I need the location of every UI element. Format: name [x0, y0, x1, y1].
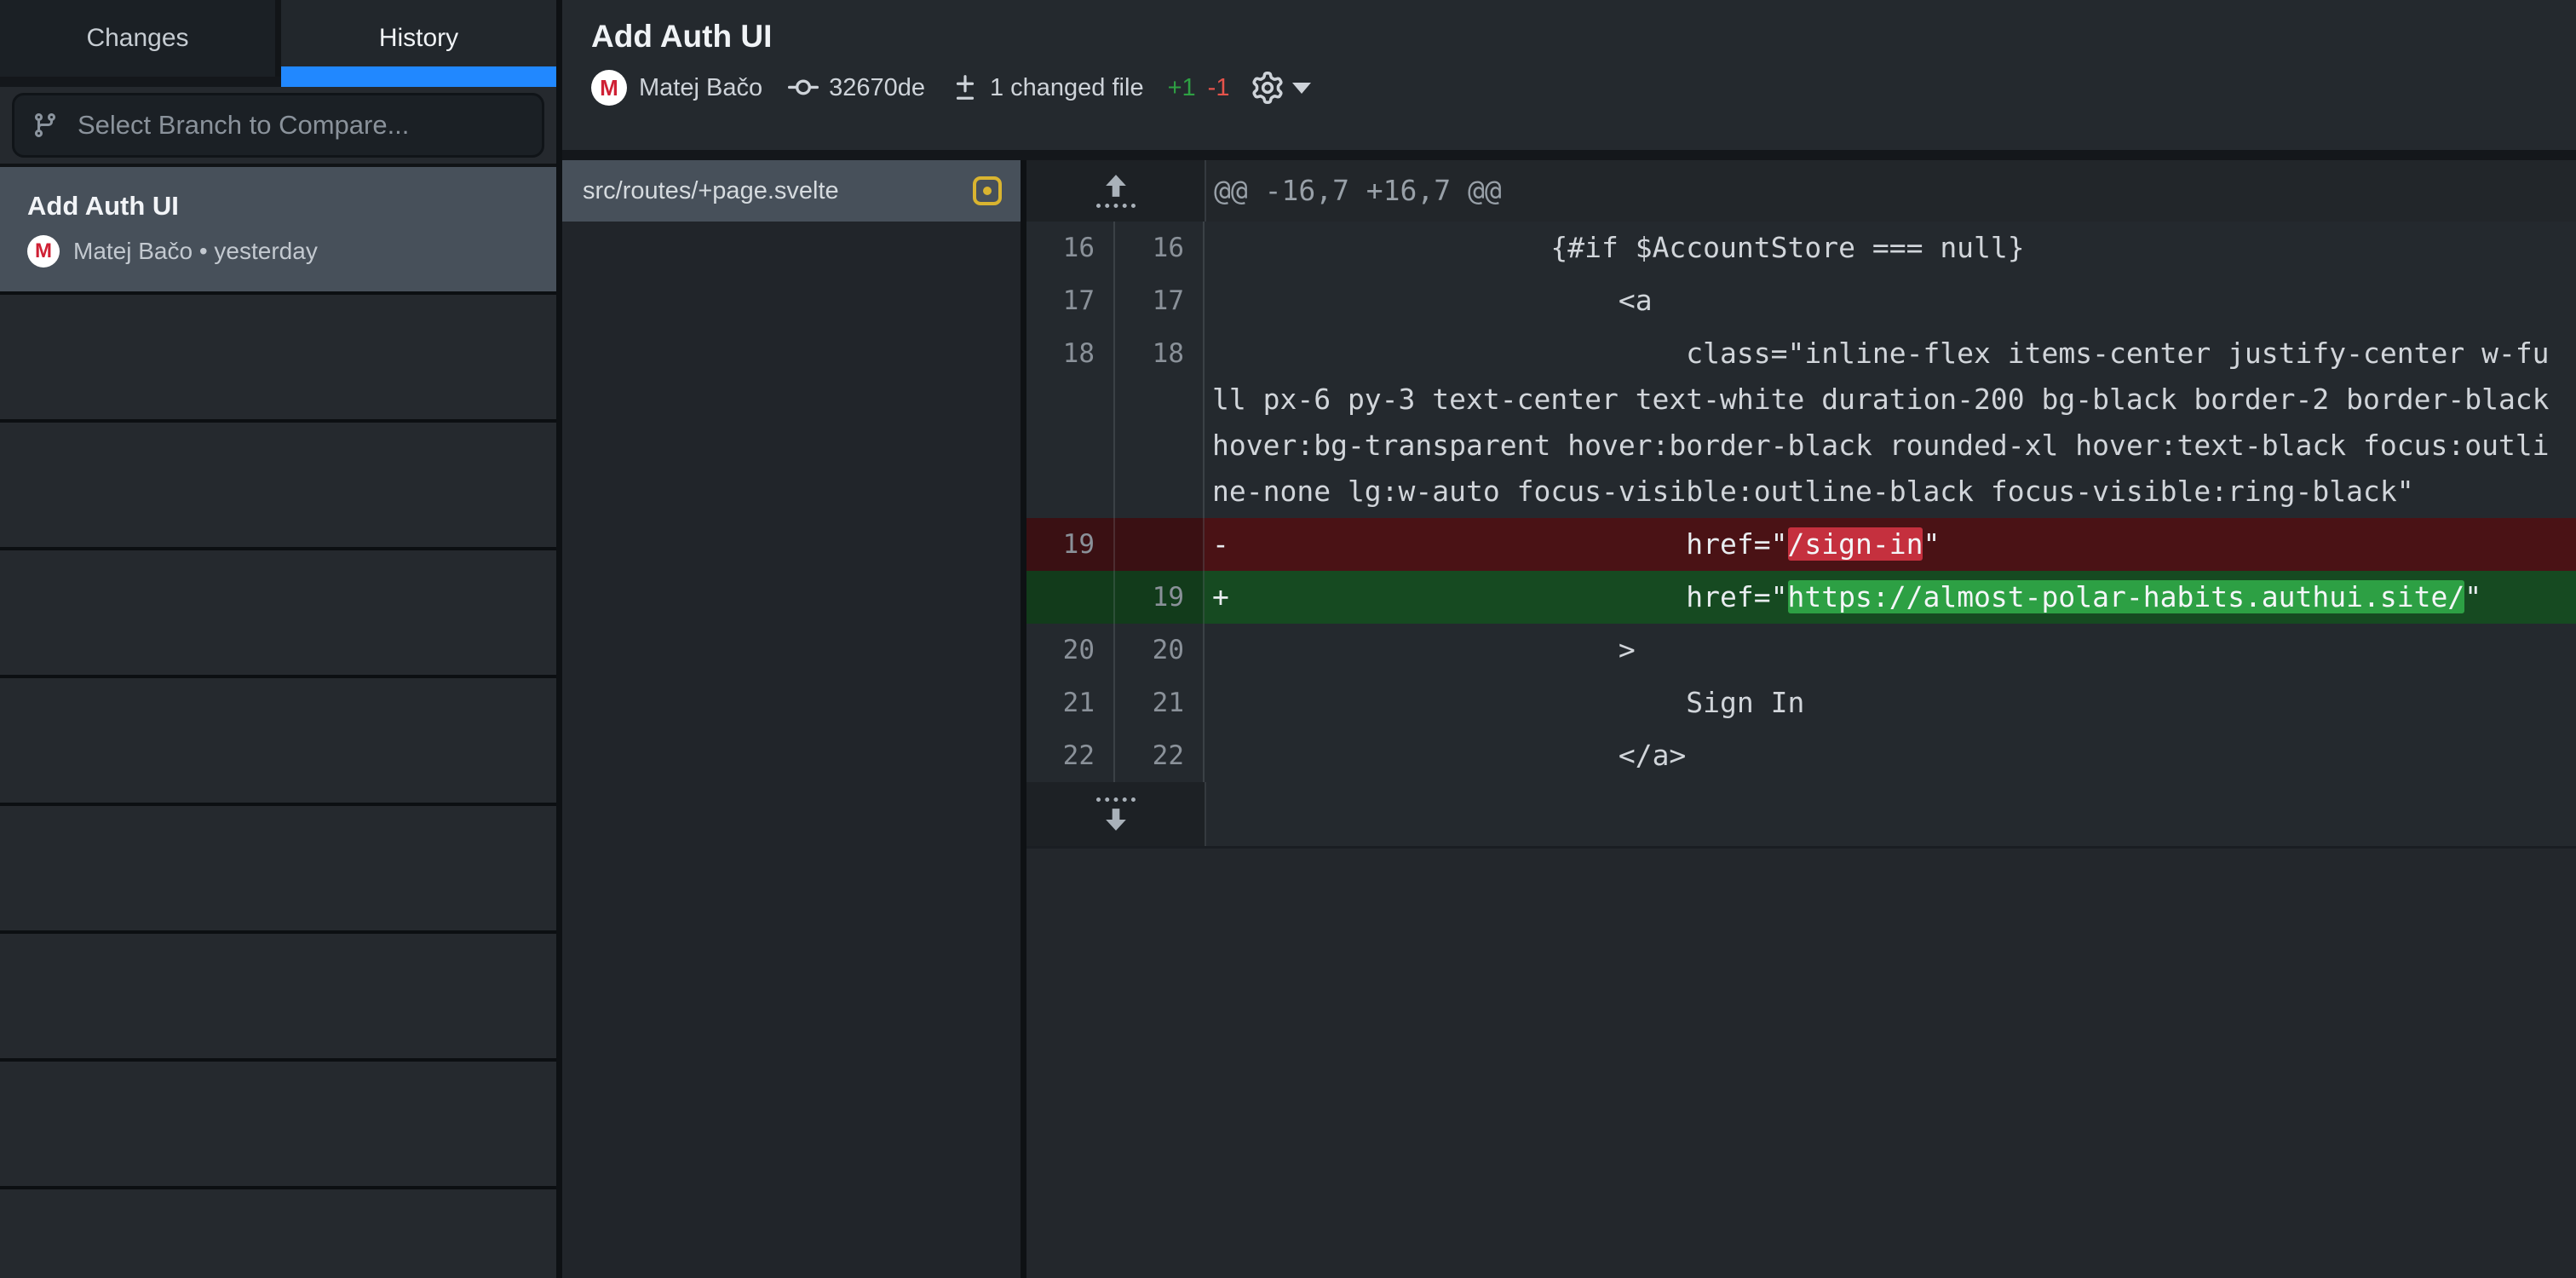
avatar: M: [27, 235, 60, 268]
commit-list-empty-row: [0, 806, 556, 934]
old-line-number: [1026, 571, 1115, 624]
diff-line-text: class="inline-flex items-center justify-…: [1205, 327, 2561, 518]
expand-hunk-down-button[interactable]: [1026, 782, 1206, 846]
tab-changes[interactable]: Changes: [0, 0, 281, 77]
new-line-number: [1115, 518, 1205, 571]
file-path: src/routes/+page.svelte: [583, 177, 973, 205]
diff-row-context: 16 16 {#if $AccountStore === null}: [1026, 222, 2576, 274]
new-line-number: 22: [1115, 729, 1205, 782]
git-branch-icon: [32, 112, 59, 139]
tab-changes-label: Changes: [86, 24, 188, 53]
diff-line-text: <a: [1205, 274, 2561, 327]
diff-row-context: 20 20 >: [1026, 624, 2576, 676]
commit-list-item-selected[interactable]: Add Auth UI M Matej Bačo • yesterday: [0, 167, 556, 295]
commit-list-empty-row: [0, 934, 556, 1062]
new-line-number: 17: [1115, 274, 1205, 327]
new-line-number: 20: [1115, 624, 1205, 676]
active-tab-indicator: [281, 66, 556, 77]
history-sidebar: Changes History Add Auth UI M Matej Bačo…: [0, 0, 562, 1278]
new-line-number: 18: [1115, 327, 1205, 518]
diff-row-context: 17 17 <a: [1026, 274, 2576, 327]
diff-icon: [951, 73, 980, 102]
commit-sha: 32670de: [829, 74, 925, 102]
inline-deleted-highlight: /sign-in: [1788, 527, 1923, 561]
tab-history[interactable]: History: [281, 0, 556, 77]
commit-list-empty-row: [0, 295, 556, 423]
commit-list-empty-row: [0, 423, 556, 550]
old-line-number: 19: [1026, 518, 1115, 571]
hunk-header-text: @@ -16,7 +16,7 @@: [1206, 160, 2576, 222]
diff-line-text: </a>: [1205, 729, 2561, 782]
diff-line-text: >: [1205, 624, 2561, 676]
select-branch-compare-input[interactable]: [78, 110, 525, 141]
modified-file-icon: [973, 176, 1002, 205]
commit-author-line: M Matej Bačo • yesterday: [27, 235, 556, 268]
old-line-number: 20: [1026, 624, 1115, 676]
commit-list-empty-row: [0, 550, 556, 678]
avatar: M: [591, 70, 627, 106]
expand-hunk-up-button[interactable]: [1026, 160, 1206, 222]
old-line-number: 22: [1026, 729, 1115, 782]
diff-viewer: @@ -16,7 +16,7 @@ 16 16 {#if $AccountSto…: [1026, 160, 2576, 1278]
commit-author-text: Matej Bačo • yesterday: [73, 238, 318, 265]
old-line-number: 16: [1026, 222, 1115, 274]
commit-header: Add Auth UI M Matej Bačo 32670de 1 chang…: [562, 0, 2576, 160]
new-line-number: 19: [1115, 571, 1205, 624]
diff-line-text: + href="https://almost-polar-habits.auth…: [1205, 571, 2561, 624]
compare-branch-section: [0, 87, 556, 167]
sidebar-tabs: Changes History: [0, 0, 556, 87]
tab-history-label: History: [379, 24, 458, 53]
commit-author: Matej Bačo: [639, 74, 762, 102]
github-desktop-window: Changes History Add Auth UI M Matej Bačo…: [0, 0, 2576, 1278]
commit-list-empty-row: [0, 1062, 556, 1189]
diff-options-button[interactable]: [1251, 72, 1311, 104]
compare-branch-box[interactable]: [12, 93, 544, 158]
changed-files-panel: src/routes/+page.svelte: [562, 160, 1026, 1278]
hunk-header-row: @@ -16,7 +16,7 @@: [1026, 160, 2576, 222]
deletions-count: -1: [1208, 74, 1230, 102]
page-title: Add Auth UI: [591, 19, 2576, 55]
diff-content-area: src/routes/+page.svelte @@ -16,7 +16,7 @…: [562, 160, 2576, 1278]
expand-down-icon: [1096, 797, 1136, 832]
file-list-item[interactable]: src/routes/+page.svelte: [562, 160, 1021, 222]
chevron-down-icon: [1292, 83, 1311, 94]
expand-row: [1026, 782, 2576, 849]
commit-title: Add Auth UI: [27, 191, 556, 222]
diff-row-context: 18 18 class="inline-flex items-center ju…: [1026, 327, 2576, 518]
old-line-number: 17: [1026, 274, 1115, 327]
diff-row-context: 21 21 Sign In: [1026, 676, 2576, 729]
commit-list: Add Auth UI M Matej Bačo • yesterday: [0, 167, 556, 1189]
commit-detail-pane: Add Auth UI M Matej Bačo 32670de 1 chang…: [562, 0, 2576, 1278]
diff-row-deleted: 19 - href="/sign-in": [1026, 518, 2576, 571]
additions-count: +1: [1168, 74, 1196, 102]
changed-files-count: 1 changed file: [990, 74, 1144, 102]
commit-list-empty-row: [0, 678, 556, 806]
old-line-number: 18: [1026, 327, 1115, 518]
expand-row-filler: [1206, 782, 2576, 846]
diff-empty-area: [1026, 849, 2576, 1278]
new-line-number: 21: [1115, 676, 1205, 729]
expand-up-icon: [1096, 174, 1136, 208]
commit-meta-row: M Matej Bačo 32670de 1 changed file +1 -…: [591, 70, 2576, 106]
diff-line-text: - href="/sign-in": [1205, 518, 2561, 571]
diff-row-added: 19 + href="https://almost-polar-habits.a…: [1026, 571, 2576, 624]
new-line-number: 16: [1115, 222, 1205, 274]
old-line-number: 21: [1026, 676, 1115, 729]
inline-added-highlight: https://almost-polar-habits.authui.site/: [1788, 580, 2465, 613]
git-commit-icon: [788, 72, 819, 103]
diff-line-text: Sign In: [1205, 676, 2561, 729]
diff-row-context: 22 22 </a>: [1026, 729, 2576, 782]
gear-icon: [1251, 72, 1284, 104]
diff-line-text: {#if $AccountStore === null}: [1205, 222, 2561, 274]
